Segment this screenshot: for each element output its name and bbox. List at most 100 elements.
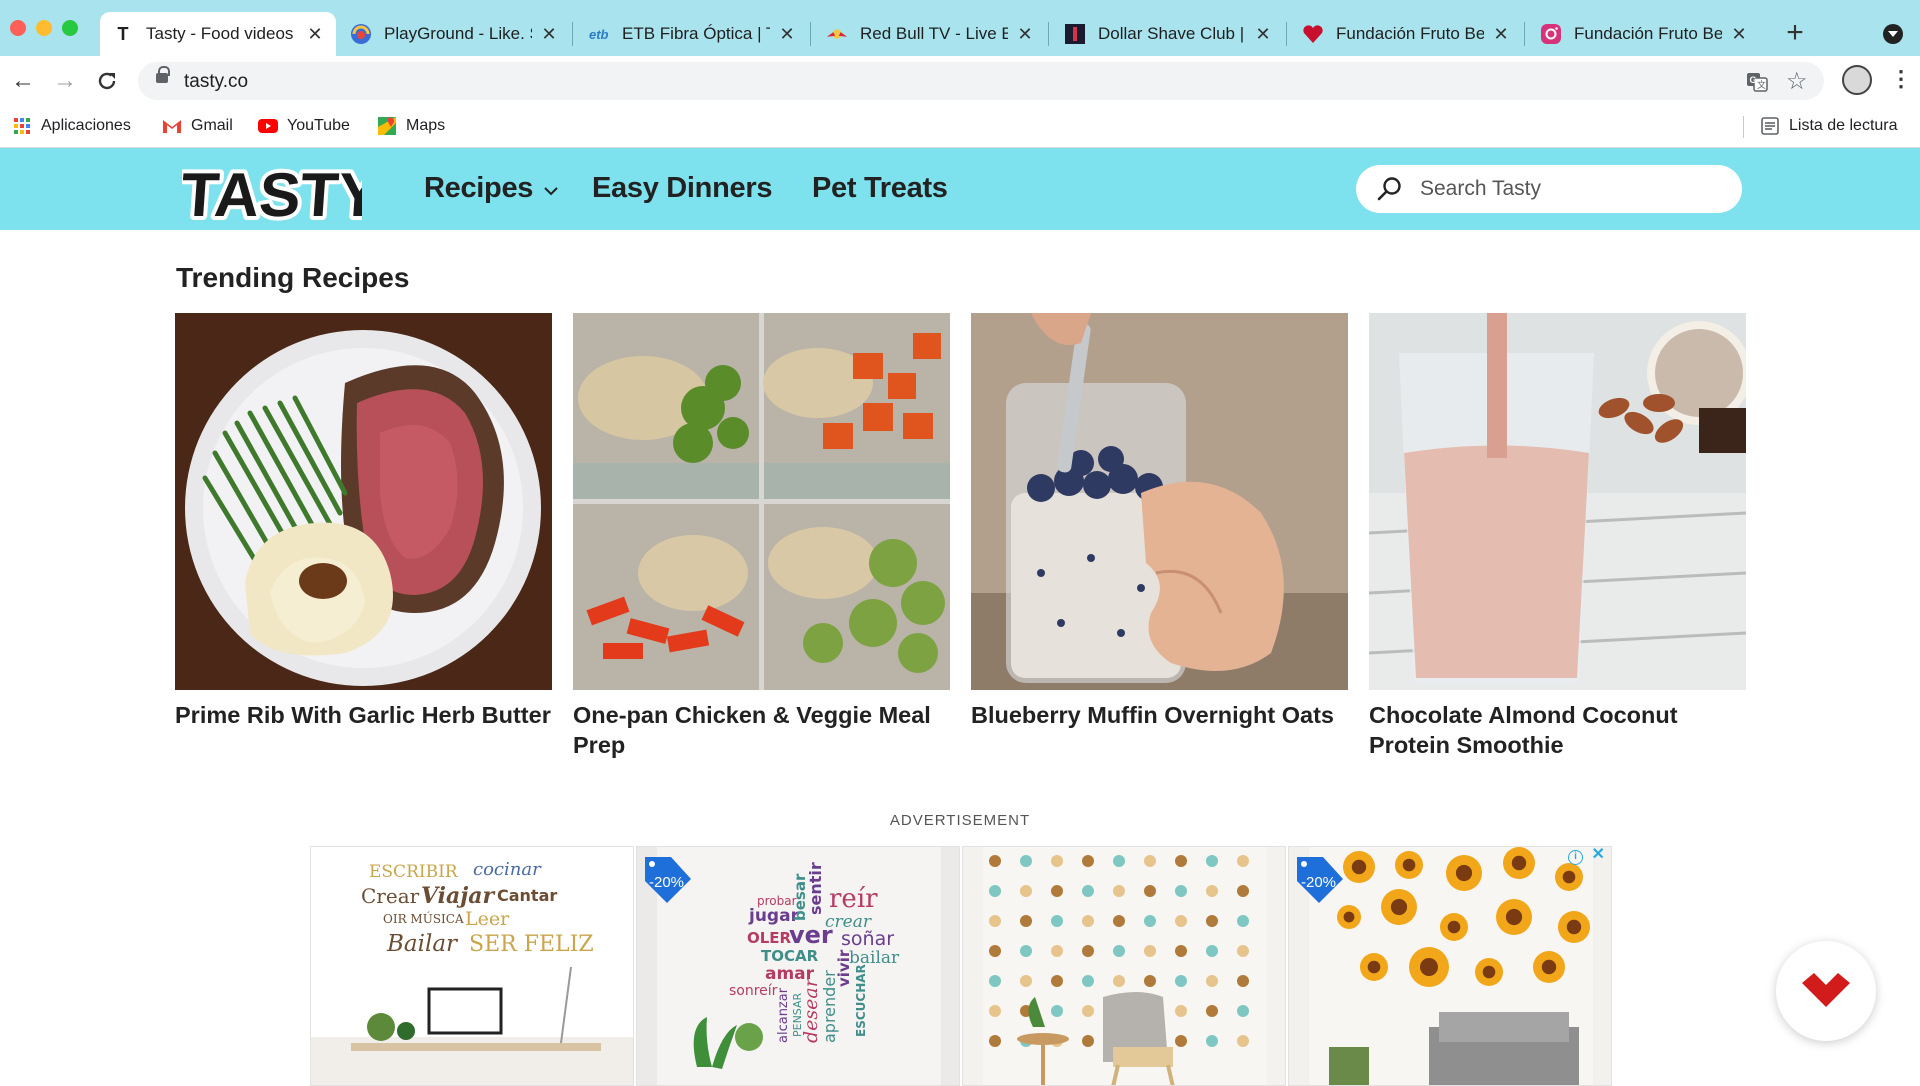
playground-icon bbox=[350, 23, 372, 45]
ad-word: sonreír bbox=[729, 983, 778, 999]
polka-dot bbox=[1237, 945, 1249, 957]
new-tab-button[interactable]: + bbox=[1779, 16, 1811, 50]
nav-pet-treats[interactable]: Pet Treats bbox=[812, 172, 948, 205]
recipe-card[interactable]: Chocolate Almond Coconut Protein Smoothi… bbox=[1369, 313, 1746, 760]
ad-image-words-1: ESCRIBIR cocinar Crear Viajar Cantar OIR… bbox=[311, 847, 633, 1085]
close-icon[interactable]: ✕ bbox=[306, 24, 324, 45]
window-minimize-button[interactable] bbox=[36, 20, 52, 36]
tab-dollar-shave-club[interactable]: Dollar Shave Club | ✕ bbox=[1052, 12, 1284, 56]
site-search[interactable] bbox=[1356, 165, 1742, 213]
avatar[interactable] bbox=[1842, 65, 1872, 95]
url-text[interactable]: tasty.co bbox=[184, 71, 248, 93]
translate-icon[interactable]: G文 bbox=[1746, 71, 1768, 99]
sunflower bbox=[1381, 889, 1417, 925]
tab-title: Fundación Fruto Be bbox=[1336, 24, 1484, 43]
tab-fundacion-fruto-1[interactable]: Fundación Fruto Be ✕ bbox=[1290, 12, 1522, 56]
recipe-title[interactable]: Chocolate Almond Coconut Protein Smoothi… bbox=[1369, 700, 1746, 760]
forward-button[interactable]: → bbox=[50, 66, 80, 96]
ad-word: aprender bbox=[820, 970, 839, 1043]
window-close-button[interactable] bbox=[10, 20, 26, 36]
tasty-logo[interactable]: TASTY TASTY bbox=[182, 156, 362, 226]
polka-dot bbox=[1206, 1035, 1218, 1047]
close-icon[interactable]: ✕ bbox=[1492, 24, 1510, 45]
ad-tile-2[interactable]: probar jugar besar sentir reír crear OLE… bbox=[636, 846, 960, 1086]
sunflower bbox=[1533, 951, 1565, 983]
bookmark-apps[interactable]: Aplicaciones bbox=[12, 117, 131, 135]
polka-dot bbox=[1020, 975, 1032, 987]
search-icon[interactable] bbox=[1376, 175, 1404, 203]
close-icon[interactable]: ✕ bbox=[1016, 24, 1034, 45]
search-input[interactable] bbox=[1420, 173, 1720, 205]
nav-easy-dinners[interactable]: Easy Dinners bbox=[592, 172, 772, 205]
bookmark-maps[interactable]: Maps bbox=[377, 117, 445, 135]
tab-search-icon[interactable] bbox=[1883, 24, 1903, 44]
ad-banner[interactable]: ESCRIBIR cocinar Crear Viajar Cantar OIR… bbox=[310, 846, 1612, 1086]
polka-dot bbox=[989, 885, 1001, 897]
ad-tile-3[interactable] bbox=[962, 846, 1286, 1086]
bookmark-gmail[interactable]: Gmail bbox=[162, 117, 233, 135]
recipe-card[interactable]: Prime Rib With Garlic Herb Butter bbox=[175, 313, 552, 730]
tab-fundacion-fruto-2[interactable]: Fundación Fruto Be ✕ bbox=[1528, 12, 1760, 56]
ad-word: TOCAR bbox=[761, 947, 819, 965]
tab-playground[interactable]: PlayGround - Like. S ✕ bbox=[338, 12, 570, 56]
back-button[interactable]: ← bbox=[8, 66, 38, 96]
polka-dot bbox=[1175, 1035, 1187, 1047]
discount-badge: -20% bbox=[1297, 857, 1343, 903]
polka-dot bbox=[1020, 945, 1032, 957]
polka-dot bbox=[1175, 1005, 1187, 1017]
reading-list-button[interactable]: Lista de lectura bbox=[1760, 117, 1898, 135]
polka-dot bbox=[1051, 945, 1063, 957]
sunflower bbox=[1446, 855, 1482, 891]
tab-title: Red Bull TV - Live E bbox=[860, 24, 1008, 43]
lock-icon[interactable] bbox=[156, 66, 170, 83]
recipe-thumbnail-prime-rib[interactable] bbox=[175, 313, 552, 690]
close-icon[interactable]: ✕ bbox=[1591, 846, 1604, 863]
sunflower bbox=[1343, 851, 1375, 883]
floating-brand-button[interactable] bbox=[1776, 941, 1876, 1041]
recipe-title[interactable]: Prime Rib With Garlic Herb Butter bbox=[175, 700, 552, 730]
polka-dot bbox=[1082, 975, 1094, 987]
apps-grid-icon bbox=[14, 118, 30, 134]
tab-redbull[interactable]: Red Bull TV - Live E ✕ bbox=[814, 12, 1046, 56]
polka-dot bbox=[1051, 1005, 1063, 1017]
bookmark-youtube[interactable]: YouTube bbox=[258, 117, 350, 135]
recipe-thumbnail-smoothie[interactable] bbox=[1369, 313, 1746, 690]
polka-dot bbox=[1082, 945, 1094, 957]
recipe-title[interactable]: Blueberry Muffin Overnight Oats bbox=[971, 700, 1348, 730]
info-icon[interactable]: i bbox=[1568, 850, 1583, 865]
tab-etb[interactable]: etb ETB Fibra Óptica | T ✕ bbox=[576, 12, 808, 56]
close-icon[interactable]: ✕ bbox=[1730, 24, 1748, 45]
nav-recipes[interactable]: Recipes bbox=[424, 172, 559, 205]
polka-dot bbox=[1144, 915, 1156, 927]
bookmark-star-icon[interactable]: ☆ bbox=[1786, 67, 1808, 96]
sunflower bbox=[1558, 911, 1590, 943]
recipe-thumbnail-meal-prep[interactable] bbox=[573, 313, 950, 690]
tab-title: Dollar Shave Club | bbox=[1098, 24, 1245, 43]
ad-tile-1[interactable]: ESCRIBIR cocinar Crear Viajar Cantar OIR… bbox=[310, 846, 634, 1086]
polka-dot bbox=[1237, 1035, 1249, 1047]
ad-word: alcanzar bbox=[776, 987, 791, 1043]
tab-separator bbox=[1048, 22, 1049, 46]
polka-dot bbox=[1051, 855, 1063, 867]
tab-tasty[interactable]: T Tasty - Food videos ✕ bbox=[100, 12, 336, 56]
ad-word: Viajar bbox=[421, 883, 496, 909]
polka-dot bbox=[1206, 945, 1218, 957]
tab-separator bbox=[1524, 22, 1525, 46]
sunflower bbox=[1496, 899, 1532, 935]
discount-text: -20% bbox=[649, 874, 684, 891]
polka-dot bbox=[1206, 915, 1218, 927]
tab-separator bbox=[1286, 22, 1287, 46]
window-zoom-button[interactable] bbox=[62, 20, 78, 36]
bookmarks-bar: Aplicaciones Gmail YouTube Maps Lista de… bbox=[0, 106, 1920, 148]
recipe-card[interactable]: One-pan Chicken & Veggie Meal Prep bbox=[573, 313, 950, 760]
recipe-title[interactable]: One-pan Chicken & Veggie Meal Prep bbox=[573, 700, 950, 760]
close-icon[interactable]: ✕ bbox=[778, 24, 796, 45]
recipe-card[interactable]: Blueberry Muffin Overnight Oats bbox=[971, 313, 1348, 730]
ad-tile-4[interactable]: -20% bbox=[1288, 846, 1612, 1086]
recipe-thumbnail-overnight-oats[interactable] bbox=[971, 313, 1348, 690]
address-bar[interactable]: tasty.co G文 ☆ bbox=[138, 62, 1824, 100]
reload-button[interactable] bbox=[92, 66, 122, 96]
browser-menu-icon[interactable]: ⋮ bbox=[1890, 66, 1912, 92]
close-icon[interactable]: ✕ bbox=[540, 24, 558, 45]
close-icon[interactable]: ✕ bbox=[1254, 24, 1272, 45]
